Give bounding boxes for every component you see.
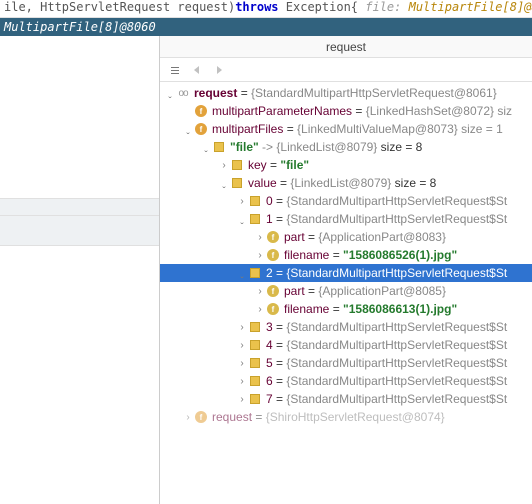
tree-node-idx4[interactable]: › 4 = {StandardMultipartHttpServletReque… <box>160 336 532 354</box>
panel-title: request <box>160 36 532 58</box>
map-entry-icon <box>248 356 262 370</box>
tree-node-idx0[interactable]: › 0 = {StandardMultipartHttpServletReque… <box>160 192 532 210</box>
field-icon: f <box>194 104 208 118</box>
inline-evaluation-hint: MultipartFile[8]@8060 <box>0 18 532 36</box>
debugger-toolbar <box>160 58 532 82</box>
expand-toggle-icon[interactable]: › <box>218 160 230 171</box>
expand-toggle-icon[interactable]: ˬ <box>236 268 248 279</box>
field-final-icon: f <box>266 284 280 298</box>
expand-toggle-icon[interactable]: › <box>254 250 266 261</box>
tree-node-idx1[interactable]: ˬ 1 = {StandardMultipartHttpServletReque… <box>160 210 532 228</box>
tree-node-file-entry[interactable]: ˬ "file" -> {LinkedList@8079} size = 8 <box>160 138 532 156</box>
map-entry-icon <box>248 374 262 388</box>
map-entry-icon <box>248 212 262 226</box>
tree-node-multipartFiles[interactable]: ˬ f multipartFiles = {LinkedMultiValueMa… <box>160 120 532 138</box>
field-icon: f <box>194 410 208 424</box>
tree-node-request[interactable]: ˬ oo request = {StandardMultipartHttpSer… <box>160 84 532 102</box>
expand-toggle-icon[interactable]: › <box>236 196 248 207</box>
map-entry-icon <box>212 140 226 154</box>
tree-node-mpn[interactable]: • f multipartParameterNames = {LinkedHas… <box>160 102 532 120</box>
field-final-icon: f <box>266 230 280 244</box>
nav-back-icon[interactable] <box>190 63 204 77</box>
expand-toggle-icon[interactable]: ˬ <box>200 142 212 153</box>
expand-toggle-icon[interactable]: › <box>236 322 248 333</box>
left-empty-pane <box>0 36 160 504</box>
editor-code-line: ile, HttpServletRequest request)throws E… <box>0 0 532 18</box>
expand-toggle-icon[interactable]: ˬ <box>218 178 230 189</box>
left-gutter-bar <box>0 198 159 216</box>
map-entry-icon <box>230 176 244 190</box>
expand-toggle-icon[interactable]: › <box>236 394 248 405</box>
map-entry-icon <box>248 320 262 334</box>
expand-toggle-icon[interactable]: › <box>236 358 248 369</box>
map-entry-icon <box>248 194 262 208</box>
expand-toggle-icon[interactable]: › <box>236 340 248 351</box>
field-final-icon: f <box>266 302 280 316</box>
tree-node-idx5[interactable]: › 5 = {StandardMultipartHttpServletReque… <box>160 354 532 372</box>
expand-toggle-icon[interactable]: › <box>236 376 248 387</box>
expand-toggle-icon[interactable]: › <box>254 286 266 297</box>
expand-toggle-icon[interactable]: ˬ <box>164 88 176 99</box>
collapse-all-icon[interactable] <box>168 63 182 77</box>
nav-forward-icon[interactable] <box>212 63 226 77</box>
map-entry-icon <box>230 158 244 172</box>
expand-toggle-icon[interactable]: › <box>182 412 194 423</box>
tree-node-idx2[interactable]: ˬ 2 = {StandardMultipartHttpServletReque… <box>160 264 532 282</box>
tree-node-idx1-part[interactable]: › f part = {ApplicationPart@8083} <box>160 228 532 246</box>
field-final-icon: f <box>266 248 280 262</box>
tree-node-key[interactable]: › key = "file" <box>160 156 532 174</box>
tree-node-idx7[interactable]: › 7 = {StandardMultipartHttpServletReque… <box>160 390 532 408</box>
left-gutter-bar-2 <box>0 216 159 246</box>
watch-icon: oo <box>176 86 190 100</box>
expand-toggle-icon[interactable]: ˬ <box>236 214 248 225</box>
map-entry-icon <box>248 338 262 352</box>
map-entry-icon <box>248 392 262 406</box>
field-icon: f <box>194 122 208 136</box>
tree-node-idx3[interactable]: › 3 = {StandardMultipartHttpServletReque… <box>160 318 532 336</box>
expand-toggle-icon[interactable]: › <box>254 304 266 315</box>
tree-node-idx6[interactable]: › 6 = {StandardMultipartHttpServletReque… <box>160 372 532 390</box>
variables-tree[interactable]: ˬ oo request = {StandardMultipartHttpSer… <box>160 82 532 504</box>
expand-toggle-icon[interactable]: ˬ <box>182 124 194 135</box>
tree-node-value[interactable]: ˬ value = {LinkedList@8079} size = 8 <box>160 174 532 192</box>
tree-node-inner-request[interactable]: › f request = {ShiroHttpServletRequest@8… <box>160 408 532 426</box>
tree-node-idx2-part[interactable]: › f part = {ApplicationPart@8085} <box>160 282 532 300</box>
map-entry-icon <box>248 266 262 280</box>
tree-node-idx1-filename[interactable]: › f filename = "1586086526(1).jpg" <box>160 246 532 264</box>
tree-node-idx2-filename[interactable]: › f filename = "1586086613(1).jpg" <box>160 300 532 318</box>
expand-toggle-icon[interactable]: › <box>254 232 266 243</box>
